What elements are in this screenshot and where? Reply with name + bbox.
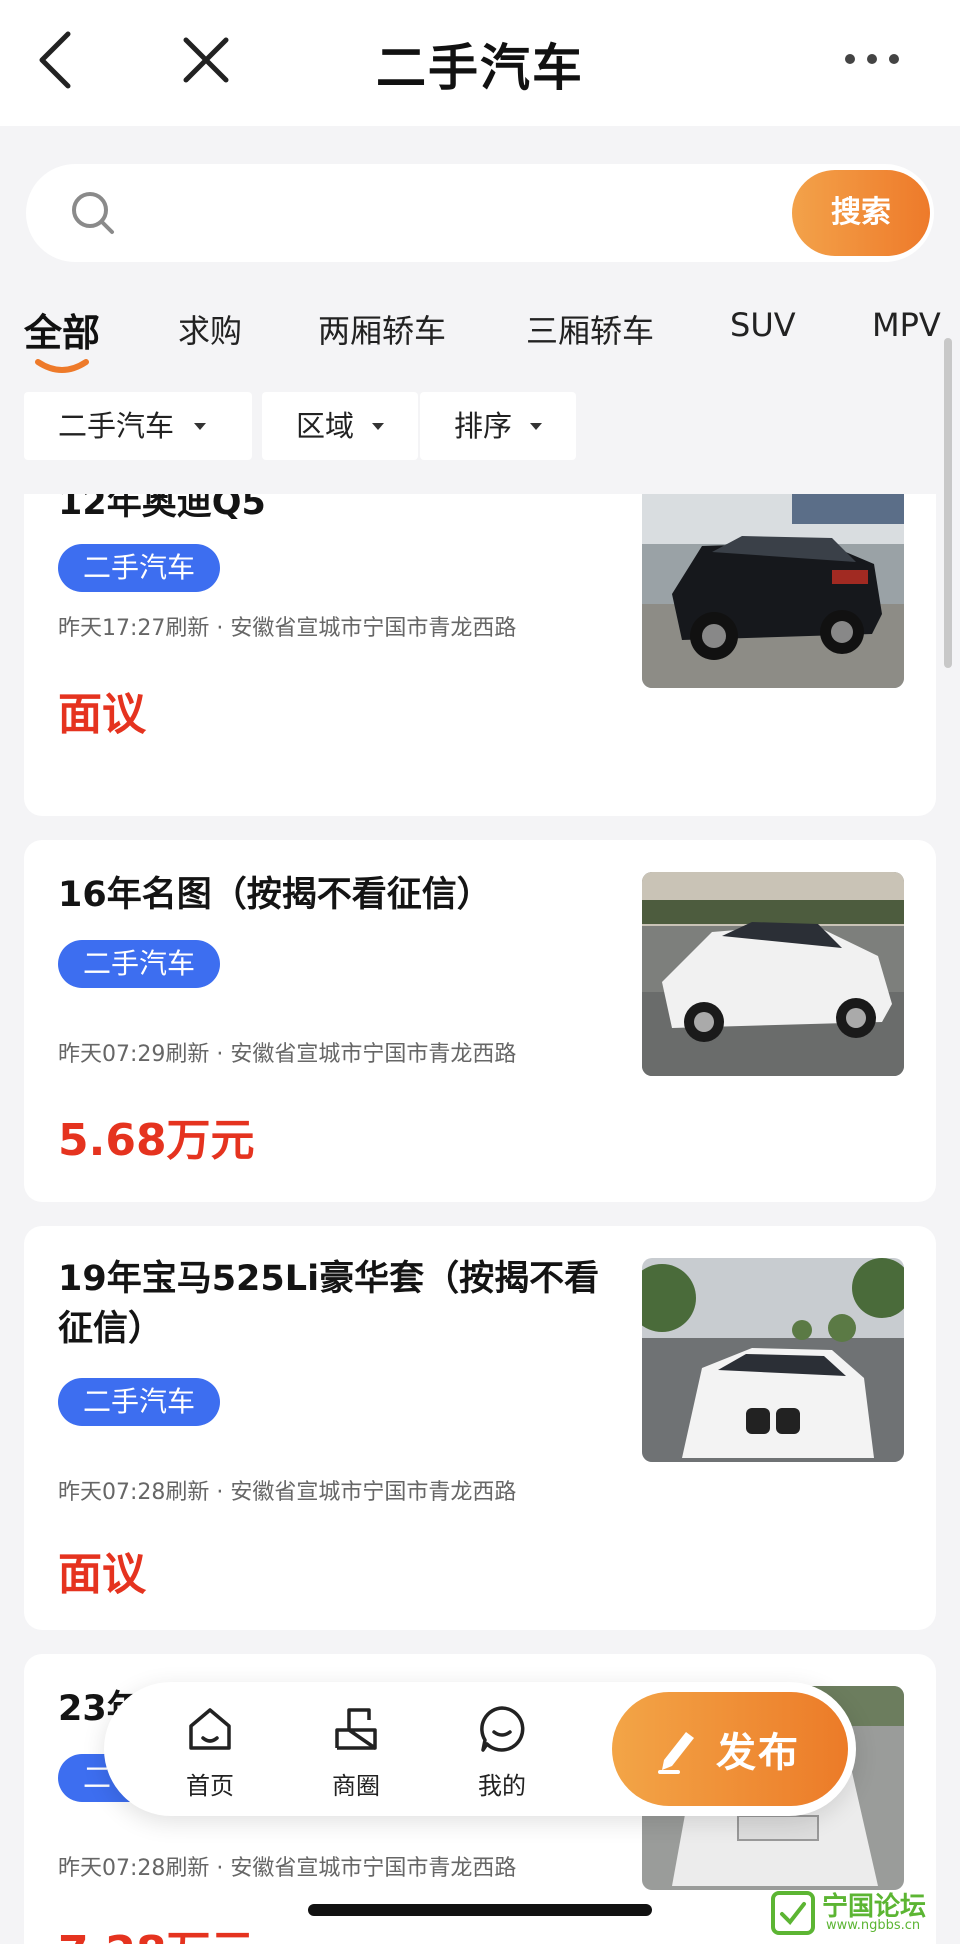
tab-wanted[interactable]: 求购 — [178, 306, 242, 352]
tab-hatchback[interactable]: 两厢轿车 — [318, 306, 446, 352]
caret-down-icon — [194, 423, 206, 430]
listing-photo[interactable] — [642, 494, 904, 688]
listing-card[interactable]: 12年奥迪Q5 二手汽车 昨天17:27刷新 · 安徽省宣城市宁国市青龙西路 面… — [24, 494, 936, 816]
tab-suv[interactable]: SUV — [730, 306, 796, 344]
caret-down-icon — [530, 423, 542, 430]
listing-price: 5.68万元 — [58, 1115, 255, 1166]
nav-mine[interactable]: 我的 — [452, 1702, 552, 1801]
listing-meta: 昨天07:28刷新 · 安徽省宣城市宁国市青龙西路 — [58, 1856, 517, 1881]
chat-bubble-icon — [480, 1706, 525, 1752]
category-badge: 二手汽车 — [58, 940, 220, 988]
tab-all[interactable]: 全部 — [24, 302, 100, 357]
top-nav-bar: 二手汽车 — [0, 0, 960, 126]
publish-label: 发布 — [716, 1730, 800, 1776]
home-icon — [189, 1708, 231, 1750]
listing-photo[interactable] — [642, 1258, 904, 1462]
filter-category-label: 二手汽车 — [58, 409, 175, 443]
bottom-nav-bar: 首页 商圈 我的 发布 — [104, 1682, 856, 1816]
forum-logo-icon — [771, 1891, 815, 1935]
listing-meta: 昨天17:27刷新 · 安徽省宣城市宁国市青龙西路 — [58, 616, 517, 641]
search-icon — [72, 192, 114, 234]
category-badge: 二手汽车 — [58, 544, 220, 592]
nav-home[interactable]: 首页 — [160, 1702, 260, 1801]
category-tabs: 全部 求购 两厢轿车 三厢轿车 SUV MPV — [0, 300, 960, 380]
category-badge: 二手汽车 — [58, 1378, 220, 1426]
home-indicator — [308, 1904, 652, 1916]
listing-meta: 昨天07:28刷新 · 安徽省宣城市宁国市青龙西路 — [58, 1480, 517, 1505]
filter-category[interactable]: 二手汽车 — [24, 392, 252, 460]
listing-title: 12年奥迪Q5 — [58, 494, 266, 523]
search-bar: 搜索 — [26, 164, 934, 262]
search-input[interactable] — [136, 186, 696, 240]
listing-price: 面议 — [58, 689, 146, 740]
filter-sort[interactable]: 排序 — [420, 392, 576, 460]
tab-mpv[interactable]: MPV — [872, 306, 941, 344]
publish-button[interactable]: 发布 — [612, 1692, 848, 1806]
listing-title: 16年名图（按揭不看征信） — [58, 875, 492, 915]
nav-home-label: 首页 — [186, 1772, 234, 1800]
more-options-icon[interactable] — [842, 46, 902, 72]
listing-price: 面议 — [58, 1549, 146, 1600]
listing-photo[interactable] — [642, 872, 904, 1076]
filter-region[interactable]: 区域 — [262, 392, 418, 460]
tab-sedan[interactable]: 三厢轿车 — [526, 306, 654, 352]
active-tab-indicator — [35, 359, 89, 373]
page-title: 二手汽车 — [376, 39, 584, 97]
listing-card[interactable]: 16年名图（按揭不看征信） 二手汽车 昨天07:29刷新 · 安徽省宣城市宁国市… — [24, 840, 936, 1202]
white-bmw-photo — [642, 1258, 904, 1462]
watermark-url: www.ngbbs.cn — [826, 1918, 921, 1933]
listing-price: 7.28万元 — [58, 1916, 255, 1944]
filter-sort-label: 排序 — [454, 409, 513, 443]
listing-title: 19年宝马525Li豪华套（按揭不看征信） — [58, 1259, 600, 1349]
white-sedan-photo — [642, 872, 904, 1076]
nav-mine-label: 我的 — [478, 1772, 526, 1800]
pencil-icon — [658, 1732, 694, 1774]
listing-meta: 昨天07:29刷新 · 安徽省宣城市宁国市青龙西路 — [58, 1042, 517, 1067]
black-suv-photo — [642, 494, 904, 688]
caret-down-icon — [372, 423, 384, 430]
listing-card[interactable]: 19年宝马525Li豪华套（按揭不看征信） 二手汽车 昨天07:28刷新 · 安… — [24, 1226, 936, 1630]
nav-circle-label: 商圈 — [332, 1772, 380, 1800]
shop-icon — [335, 1708, 377, 1750]
filter-region-label: 区域 — [296, 409, 355, 443]
nav-circle[interactable]: 商圈 — [306, 1702, 406, 1801]
search-button[interactable]: 搜索 — [792, 170, 930, 256]
